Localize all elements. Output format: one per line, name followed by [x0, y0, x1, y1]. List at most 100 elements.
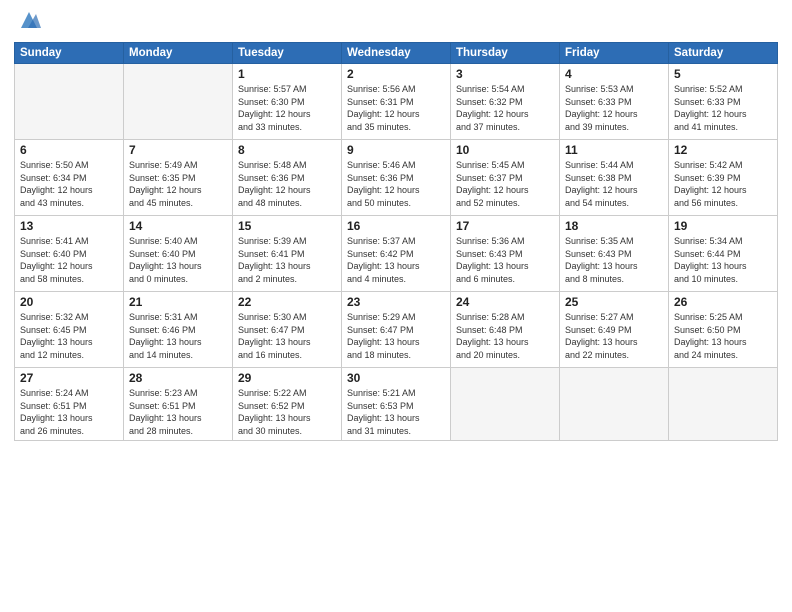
calendar-cell: 25 Sunrise: 5:27 AM Sunset: 6:49 PM Dayli…: [560, 292, 669, 368]
calendar-cell: 24Sunrise: 5:28 AM Sunset: 6:48 PM Dayli…: [451, 292, 560, 368]
day-number: 18: [565, 219, 663, 233]
day-info: Sunrise: 5:53 AM Sunset: 6:33 PM Dayligh…: [565, 83, 663, 133]
day-number: 19: [674, 219, 772, 233]
weekday-header-friday: Friday: [560, 43, 669, 64]
day-info: Sunrise: 5:35 AM Sunset: 6:43 PM Dayligh…: [565, 235, 663, 285]
calendar-cell: 8 Sunrise: 5:48 AM Sunset: 6:36 PM Daylig…: [233, 140, 342, 216]
day-number: 17: [456, 219, 554, 233]
calendar-cell: [451, 368, 560, 441]
weekday-header-monday: Monday: [124, 43, 233, 64]
calendar-cell: 21 Sunrise: 5:31 AM Sunset: 6:46 PM Dayli…: [124, 292, 233, 368]
weekday-header-row: SundayMondayTuesdayWednesdayThursdayFrid…: [15, 43, 778, 64]
day-number: 9: [347, 143, 445, 157]
day-number: 7: [129, 143, 227, 157]
day-info: Sunrise: 5:34 AM Sunset: 6:44 PM Dayligh…: [674, 235, 772, 285]
day-info: Sunrise: 5:29 AM Sunset: 6:47 PM Dayligh…: [347, 311, 445, 361]
day-info: Sunrise: 5:30 AM Sunset: 6:47 PM Dayligh…: [238, 311, 336, 361]
day-number: 4: [565, 67, 663, 81]
day-number: 22: [238, 295, 336, 309]
weekday-header-thursday: Thursday: [451, 43, 560, 64]
week-row-5: 27 Sunrise: 5:24 AM Sunset: 6:51 PM Dayli…: [15, 368, 778, 441]
calendar-cell: [124, 64, 233, 140]
week-row-4: 20 Sunrise: 5:32 AM Sunset: 6:45 PM Dayli…: [15, 292, 778, 368]
calendar-cell: 14 Sunrise: 5:40 AM Sunset: 6:40 PM Dayli…: [124, 216, 233, 292]
calendar-cell: 15 Sunrise: 5:39 AM Sunset: 6:41 PM Dayli…: [233, 216, 342, 292]
week-row-1: 1 Sunrise: 5:57 AM Sunset: 6:30 PM Daylig…: [15, 64, 778, 140]
weekday-header-sunday: Sunday: [15, 43, 124, 64]
calendar-cell: 18 Sunrise: 5:35 AM Sunset: 6:43 PM Dayli…: [560, 216, 669, 292]
calendar-cell: 1 Sunrise: 5:57 AM Sunset: 6:30 PM Daylig…: [233, 64, 342, 140]
day-number: 25: [565, 295, 663, 309]
weekday-header-wednesday: Wednesday: [342, 43, 451, 64]
calendar-cell: [560, 368, 669, 441]
day-number: 21: [129, 295, 227, 309]
calendar-cell: 27 Sunrise: 5:24 AM Sunset: 6:51 PM Dayli…: [15, 368, 124, 441]
calendar-cell: 23 Sunrise: 5:29 AM Sunset: 6:47 PM Dayli…: [342, 292, 451, 368]
day-info: Sunrise: 5:56 AM Sunset: 6:31 PM Dayligh…: [347, 83, 445, 133]
day-info: Sunrise: 5:49 AM Sunset: 6:35 PM Dayligh…: [129, 159, 227, 209]
calendar-cell: 22 Sunrise: 5:30 AM Sunset: 6:47 PM Dayli…: [233, 292, 342, 368]
day-info: Sunrise: 5:24 AM Sunset: 6:51 PM Dayligh…: [20, 387, 118, 437]
weekday-header-tuesday: Tuesday: [233, 43, 342, 64]
day-number: 6: [20, 143, 118, 157]
day-number: 13: [20, 219, 118, 233]
calendar: SundayMondayTuesdayWednesdayThursdayFrid…: [14, 42, 778, 441]
calendar-cell: [15, 64, 124, 140]
day-info: Sunrise: 5:39 AM Sunset: 6:41 PM Dayligh…: [238, 235, 336, 285]
day-number: 10: [456, 143, 554, 157]
week-row-2: 6 Sunrise: 5:50 AM Sunset: 6:34 PM Daylig…: [15, 140, 778, 216]
day-info: Sunrise: 5:41 AM Sunset: 6:40 PM Dayligh…: [20, 235, 118, 285]
calendar-cell: 26Sunrise: 5:25 AM Sunset: 6:50 PM Dayli…: [669, 292, 778, 368]
day-info: Sunrise: 5:42 AM Sunset: 6:39 PM Dayligh…: [674, 159, 772, 209]
day-info: Sunrise: 5:44 AM Sunset: 6:38 PM Dayligh…: [565, 159, 663, 209]
day-info: Sunrise: 5:23 AM Sunset: 6:51 PM Dayligh…: [129, 387, 227, 437]
day-info: Sunrise: 5:48 AM Sunset: 6:36 PM Dayligh…: [238, 159, 336, 209]
day-info: Sunrise: 5:45 AM Sunset: 6:37 PM Dayligh…: [456, 159, 554, 209]
calendar-cell: 7 Sunrise: 5:49 AM Sunset: 6:35 PM Daylig…: [124, 140, 233, 216]
calendar-cell: 29 Sunrise: 5:22 AM Sunset: 6:52 PM Dayli…: [233, 368, 342, 441]
day-info: Sunrise: 5:22 AM Sunset: 6:52 PM Dayligh…: [238, 387, 336, 437]
day-info: Sunrise: 5:46 AM Sunset: 6:36 PM Dayligh…: [347, 159, 445, 209]
day-info: Sunrise: 5:57 AM Sunset: 6:30 PM Dayligh…: [238, 83, 336, 133]
day-number: 14: [129, 219, 227, 233]
calendar-cell: 2 Sunrise: 5:56 AM Sunset: 6:31 PM Daylig…: [342, 64, 451, 140]
day-info: Sunrise: 5:40 AM Sunset: 6:40 PM Dayligh…: [129, 235, 227, 285]
day-number: 28: [129, 371, 227, 385]
day-number: 30: [347, 371, 445, 385]
day-info: Sunrise: 5:54 AM Sunset: 6:32 PM Dayligh…: [456, 83, 554, 133]
day-number: 11: [565, 143, 663, 157]
calendar-cell: 3 Sunrise: 5:54 AM Sunset: 6:32 PM Daylig…: [451, 64, 560, 140]
calendar-cell: 6 Sunrise: 5:50 AM Sunset: 6:34 PM Daylig…: [15, 140, 124, 216]
day-number: 20: [20, 295, 118, 309]
day-number: 29: [238, 371, 336, 385]
calendar-cell: 16Sunrise: 5:37 AM Sunset: 6:42 PM Dayli…: [342, 216, 451, 292]
day-number: 15: [238, 219, 336, 233]
day-number: 3: [456, 67, 554, 81]
calendar-cell: 5Sunrise: 5:52 AM Sunset: 6:33 PM Daylig…: [669, 64, 778, 140]
day-info: Sunrise: 5:52 AM Sunset: 6:33 PM Dayligh…: [674, 83, 772, 133]
day-info: Sunrise: 5:32 AM Sunset: 6:45 PM Dayligh…: [20, 311, 118, 361]
day-number: 24: [456, 295, 554, 309]
day-info: Sunrise: 5:27 AM Sunset: 6:49 PM Dayligh…: [565, 311, 663, 361]
calendar-cell: 17 Sunrise: 5:36 AM Sunset: 6:43 PM Dayli…: [451, 216, 560, 292]
day-info: Sunrise: 5:21 AM Sunset: 6:53 PM Dayligh…: [347, 387, 445, 437]
calendar-cell: 12 Sunrise: 5:42 AM Sunset: 6:39 PM Dayli…: [669, 140, 778, 216]
weekday-header-saturday: Saturday: [669, 43, 778, 64]
day-number: 8: [238, 143, 336, 157]
day-number: 12: [674, 143, 772, 157]
day-number: 23: [347, 295, 445, 309]
week-row-3: 13 Sunrise: 5:41 AM Sunset: 6:40 PM Dayli…: [15, 216, 778, 292]
day-info: Sunrise: 5:36 AM Sunset: 6:43 PM Dayligh…: [456, 235, 554, 285]
day-info: Sunrise: 5:50 AM Sunset: 6:34 PM Dayligh…: [20, 159, 118, 209]
day-number: 27: [20, 371, 118, 385]
calendar-cell: 13 Sunrise: 5:41 AM Sunset: 6:40 PM Dayli…: [15, 216, 124, 292]
calendar-cell: [669, 368, 778, 441]
calendar-cell: 4 Sunrise: 5:53 AM Sunset: 6:33 PM Daylig…: [560, 64, 669, 140]
day-number: 2: [347, 67, 445, 81]
day-number: 16: [347, 219, 445, 233]
calendar-cell: 20 Sunrise: 5:32 AM Sunset: 6:45 PM Dayli…: [15, 292, 124, 368]
header: [14, 10, 778, 34]
day-info: Sunrise: 5:31 AM Sunset: 6:46 PM Dayligh…: [129, 311, 227, 361]
day-number: 1: [238, 67, 336, 81]
calendar-cell: 9 Sunrise: 5:46 AM Sunset: 6:36 PM Daylig…: [342, 140, 451, 216]
